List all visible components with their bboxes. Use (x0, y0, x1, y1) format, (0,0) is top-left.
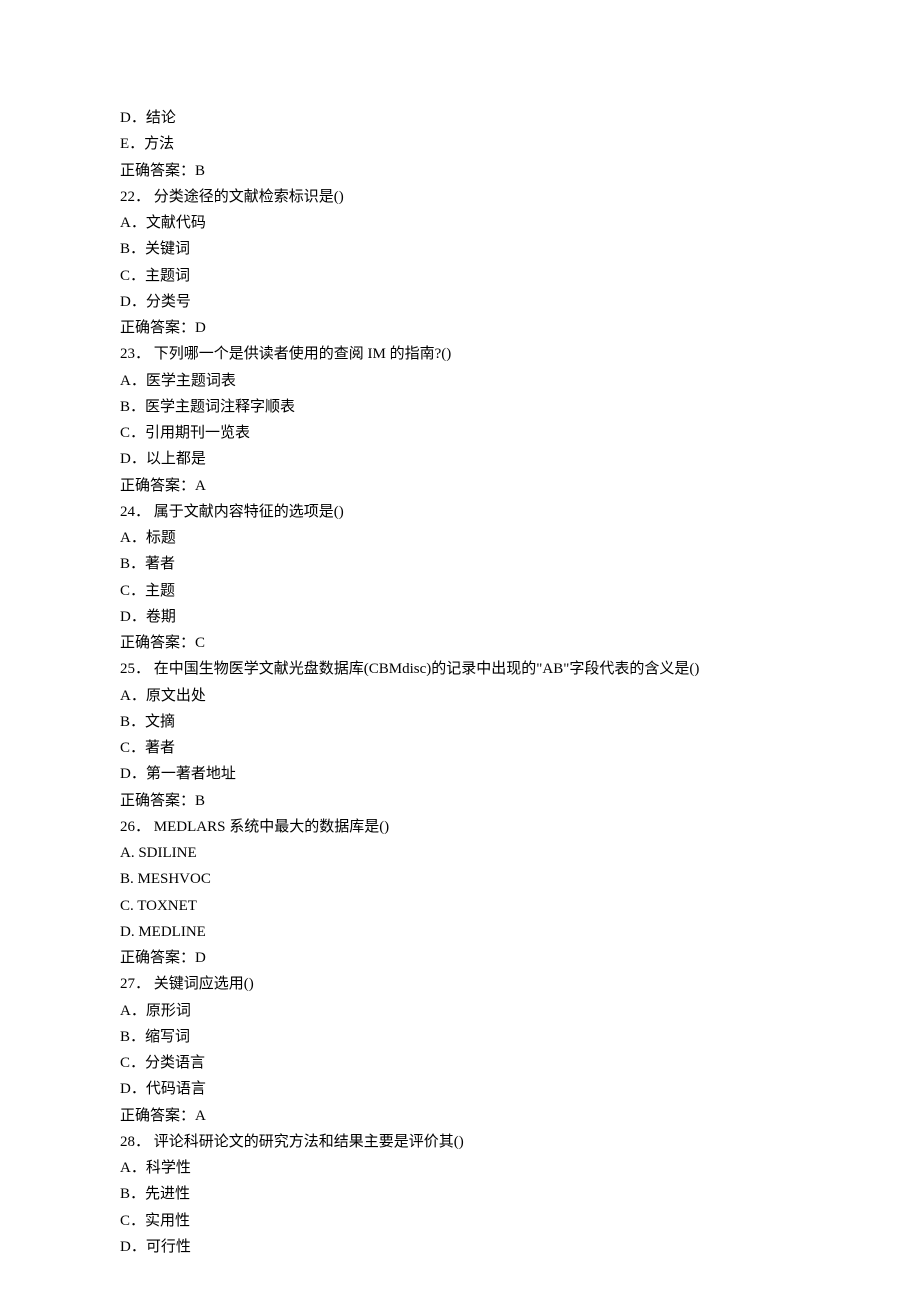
option-text: C．引用期刊一览表 (120, 420, 920, 446)
answer-value: B (195, 793, 205, 809)
question-stem: 28． 评论科研论文的研究方法和结果主要是评价其() (120, 1129, 920, 1155)
option-text: C. TOXNET (120, 893, 920, 919)
answer-line: 正确答案：A (120, 473, 920, 499)
option-text: A．医学主题词表 (120, 368, 920, 394)
answer-label: 正确答案： (120, 1108, 195, 1124)
option-text: A．原形词 (120, 998, 920, 1024)
option-text: E．方法 (120, 131, 920, 157)
question-number: 27． (120, 976, 150, 992)
answer-line: 正确答案：B (120, 788, 920, 814)
question-text: 分类途径的文献检索标识是() (154, 189, 344, 205)
answer-label: 正确答案： (120, 163, 195, 179)
option-text: B．文摘 (120, 709, 920, 735)
question-stem: 25． 在中国生物医学文献光盘数据库(CBMdisc)的记录中出现的"AB"字段… (120, 656, 920, 682)
answer-label: 正确答案： (120, 950, 195, 966)
option-text: A．科学性 (120, 1155, 920, 1181)
answer-line: 正确答案：C (120, 630, 920, 656)
option-text: B．先进性 (120, 1181, 920, 1207)
question-text: 在中国生物医学文献光盘数据库(CBMdisc)的记录中出现的"AB"字段代表的含… (154, 661, 700, 677)
answer-value: D (195, 950, 206, 966)
answer-line: 正确答案：D (120, 315, 920, 341)
option-text: D．结论 (120, 105, 920, 131)
question-text: 评论科研论文的研究方法和结果主要是评价其() (154, 1134, 464, 1150)
option-text: C．分类语言 (120, 1050, 920, 1076)
question-text: 属于文献内容特征的选项是() (154, 504, 344, 520)
option-text: A．标题 (120, 525, 920, 551)
answer-line: 正确答案：D (120, 945, 920, 971)
option-text: B．关键词 (120, 236, 920, 262)
answer-line: 正确答案：B (120, 158, 920, 184)
option-text: C．著者 (120, 735, 920, 761)
answer-label: 正确答案： (120, 793, 195, 809)
option-text: D．第一著者地址 (120, 761, 920, 787)
answer-line: 正确答案：A (120, 1103, 920, 1129)
option-text: A．文献代码 (120, 210, 920, 236)
option-text: C．实用性 (120, 1208, 920, 1234)
option-text: B. MESHVOC (120, 866, 920, 892)
answer-value: A (195, 1108, 206, 1124)
question-number: 22． (120, 189, 150, 205)
question-stem: 26． MEDLARS 系统中最大的数据库是() (120, 814, 920, 840)
answer-value: C (195, 635, 205, 651)
option-text: B．缩写词 (120, 1024, 920, 1050)
option-text: B．医学主题词注释字顺表 (120, 394, 920, 420)
question-text: 下列哪一个是供读者使用的查阅 IM 的指南?() (154, 346, 451, 362)
answer-value: A (195, 478, 206, 494)
question-stem: 24． 属于文献内容特征的选项是() (120, 499, 920, 525)
answer-label: 正确答案： (120, 320, 195, 336)
option-text: D. MEDLINE (120, 919, 920, 945)
option-text: A．原文出处 (120, 683, 920, 709)
answer-label: 正确答案： (120, 478, 195, 494)
option-text: C．主题 (120, 578, 920, 604)
question-stem: 22． 分类途径的文献检索标识是() (120, 184, 920, 210)
option-text: D．分类号 (120, 289, 920, 315)
answer-value: D (195, 320, 206, 336)
option-text: C．主题词 (120, 263, 920, 289)
question-stem: 23． 下列哪一个是供读者使用的查阅 IM 的指南?() (120, 341, 920, 367)
question-number: 23． (120, 346, 150, 362)
option-text: D．代码语言 (120, 1076, 920, 1102)
option-text: B．著者 (120, 551, 920, 577)
question-number: 25． (120, 661, 150, 677)
question-number: 24． (120, 504, 150, 520)
answer-value: B (195, 163, 205, 179)
document-page: D．结论 E．方法 正确答案：B 22． 分类途径的文献检索标识是() A．文献… (0, 0, 920, 1260)
question-number: 26． (120, 819, 150, 835)
option-text: D．可行性 (120, 1234, 920, 1260)
option-text: D．以上都是 (120, 446, 920, 472)
answer-label: 正确答案： (120, 635, 195, 651)
question-text: MEDLARS 系统中最大的数据库是() (154, 819, 389, 835)
option-text: A. SDILINE (120, 840, 920, 866)
option-text: D．卷期 (120, 604, 920, 630)
question-number: 28． (120, 1134, 150, 1150)
question-stem: 27． 关键词应选用() (120, 971, 920, 997)
question-text: 关键词应选用() (154, 976, 254, 992)
